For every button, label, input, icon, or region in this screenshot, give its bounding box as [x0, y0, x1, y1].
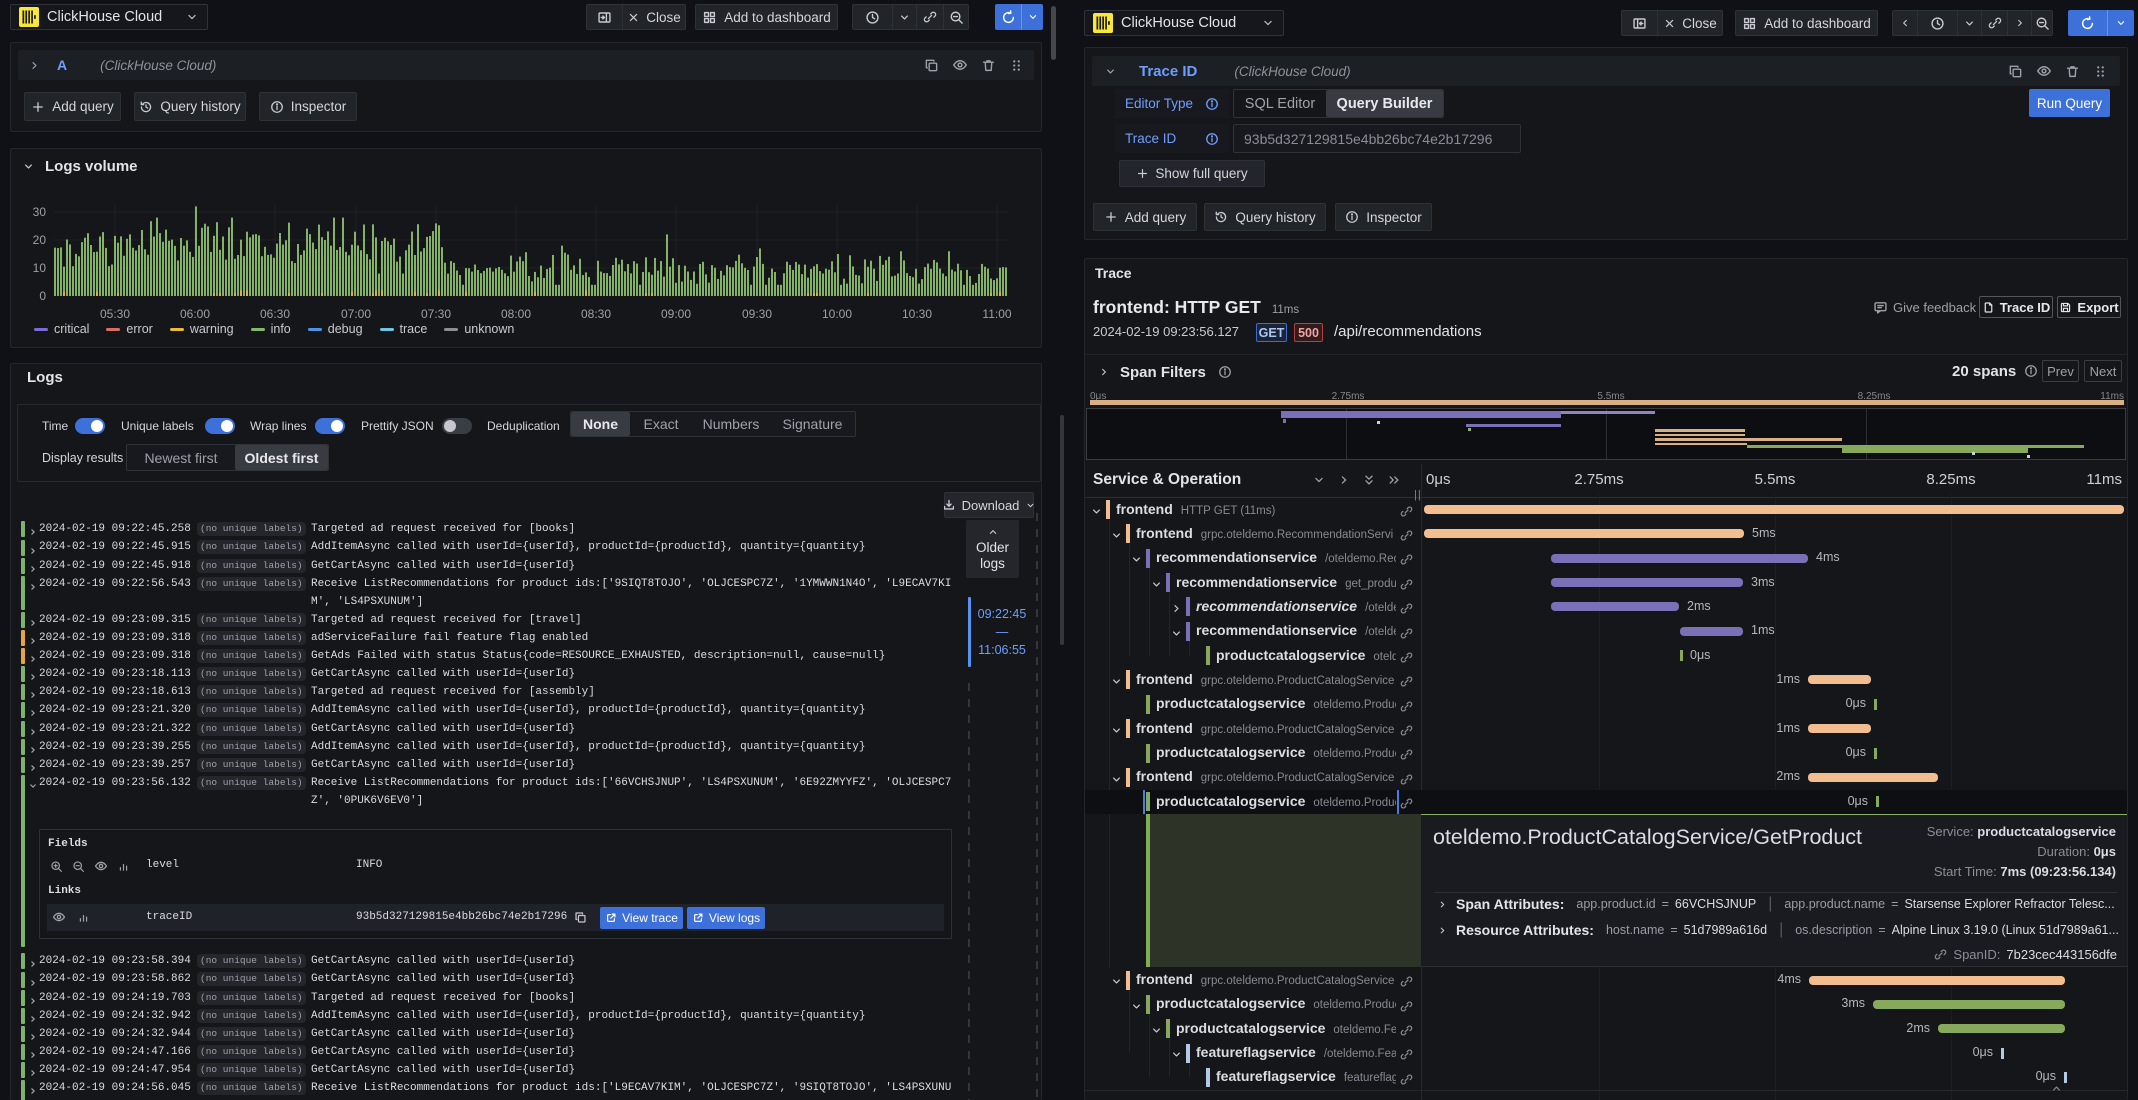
svg-text:08:00: 08:00	[501, 307, 531, 321]
svg-text:10: 10	[33, 261, 47, 275]
svg-text:06:00: 06:00	[180, 307, 210, 321]
svg-text:08:30: 08:30	[581, 307, 611, 321]
svg-text:20: 20	[33, 233, 47, 247]
svg-text:09:30: 09:30	[742, 307, 772, 321]
svg-text:07:30: 07:30	[421, 307, 451, 321]
svg-text:30: 30	[33, 205, 47, 219]
svg-text:11:00: 11:00	[982, 307, 1011, 321]
svg-text:05:30: 05:30	[100, 307, 130, 321]
svg-text:07:00: 07:00	[341, 307, 371, 321]
svg-text:0: 0	[39, 289, 46, 303]
svg-text:10:00: 10:00	[822, 307, 852, 321]
svg-text:09:00: 09:00	[661, 307, 691, 321]
svg-text:06:30: 06:30	[260, 307, 290, 321]
svg-text:10:30: 10:30	[902, 307, 932, 321]
